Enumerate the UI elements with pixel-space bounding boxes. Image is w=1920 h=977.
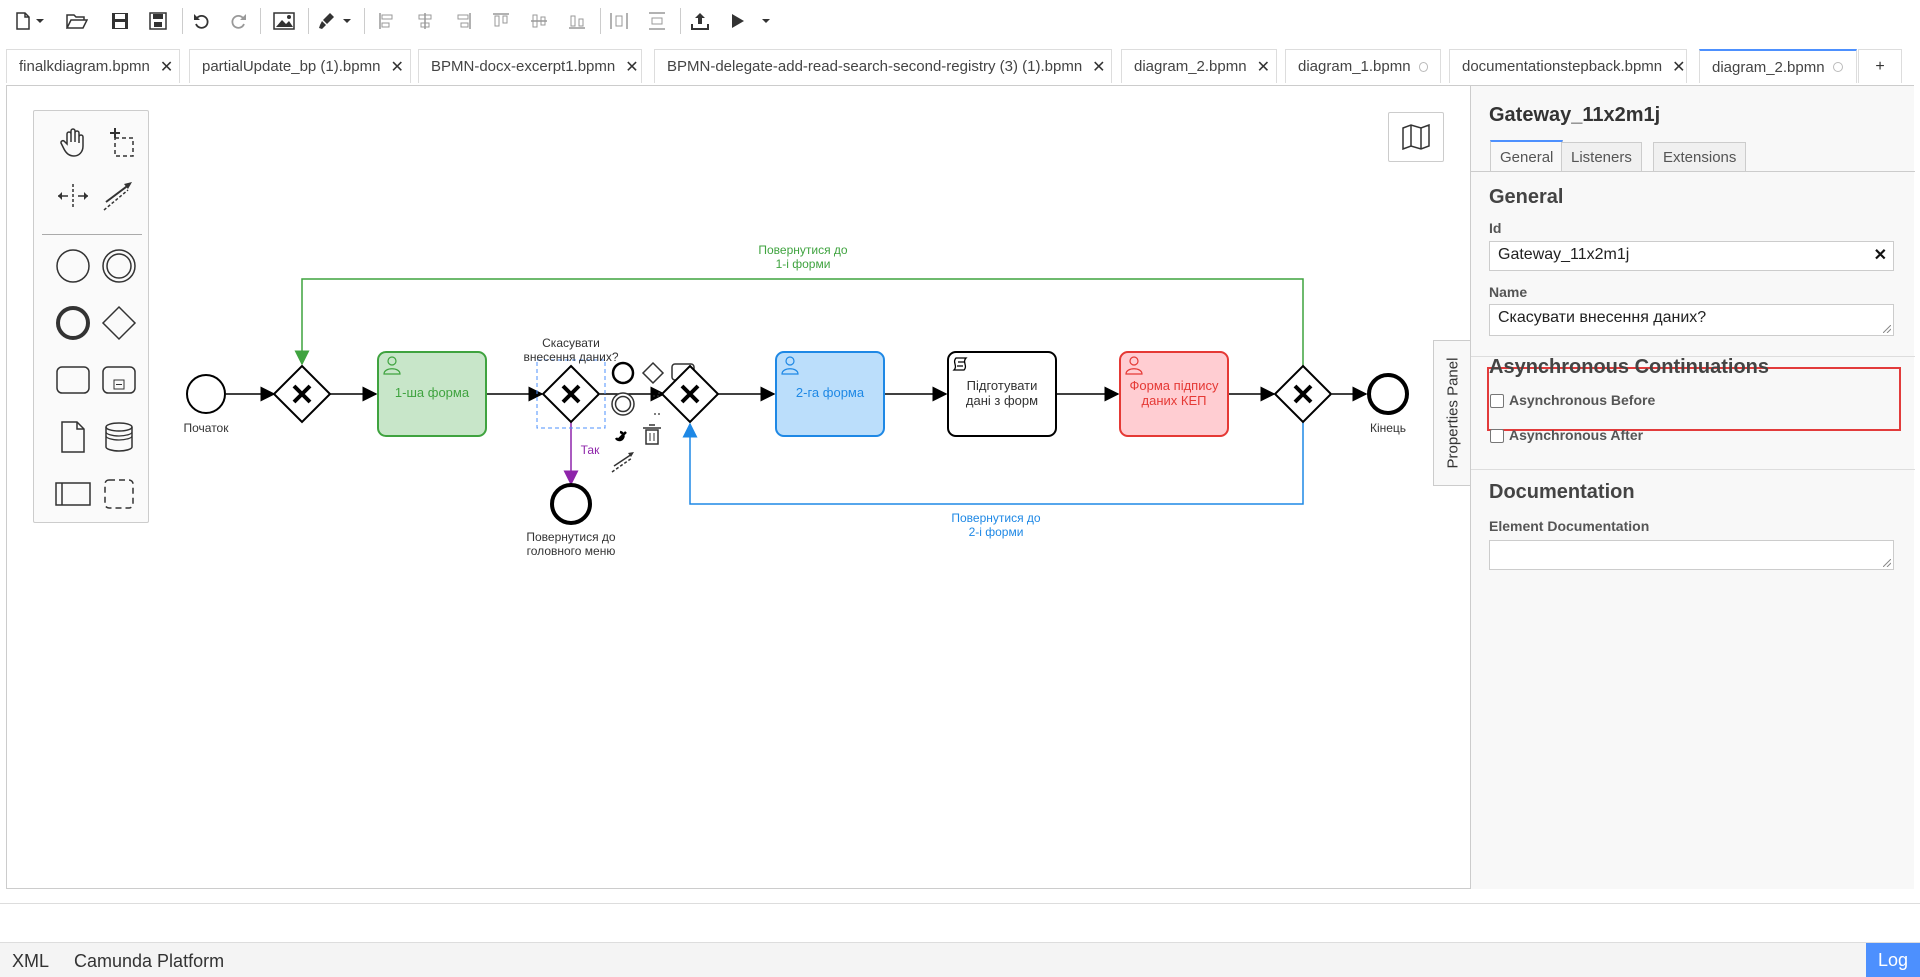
tab-extensions[interactable]: Extensions — [1653, 142, 1747, 172]
gateway-3[interactable] — [660, 364, 720, 424]
tab-general[interactable]: General — [1490, 140, 1564, 172]
async-before-checkbox[interactable] — [1490, 394, 1504, 408]
status-bar: XML Camunda Platform Log — [0, 942, 1920, 977]
end-event-main-menu-label: Повернутися до головного меню — [526, 530, 616, 558]
trash-icon — [643, 424, 661, 445]
end-event-label: Кінець — [1369, 421, 1407, 435]
properties-panel-toggle-label: Properties Panel — [1444, 357, 1461, 469]
append-gateway-icon — [641, 361, 665, 385]
task-signature-form-label: Форма підпису даних КЕП — [1129, 378, 1219, 408]
name-input[interactable]: Скасувати внесення даних? — [1489, 304, 1894, 336]
async-after-checkbox[interactable] — [1490, 429, 1504, 443]
log-divider — [0, 903, 1920, 904]
resize-handle-icon[interactable] — [1883, 559, 1891, 567]
gateway-1[interactable] — [272, 364, 332, 424]
id-value: Gateway_11x2m1j — [1498, 246, 1630, 263]
id-input[interactable]: Gateway_11x2m1j ✕ — [1489, 241, 1894, 271]
task-prepare-data-label: Підготувати дані з форм — [965, 378, 1039, 408]
start-event-label: Початок — [183, 421, 229, 435]
end-event-main-menu[interactable] — [550, 483, 592, 525]
loop-form-1-label: Повернутися до 1-і форми — [758, 243, 848, 271]
tabs-divider — [1471, 171, 1915, 172]
text-annotation-icon — [653, 392, 660, 415]
properties-panel-toggle[interactable]: Properties Panel — [1433, 340, 1471, 486]
xml-view-button[interactable]: XML — [12, 951, 49, 972]
documentation-label: Element Documentation — [1489, 518, 1650, 534]
flow-yes-label: Так — [580, 443, 600, 457]
name-label: Name — [1489, 284, 1528, 300]
element-title: Gateway_11x2m1j — [1489, 104, 1661, 126]
append-end-event-icon — [611, 361, 635, 385]
gateway-4[interactable] — [1273, 364, 1333, 424]
id-label: Id — [1489, 220, 1502, 236]
end-event[interactable] — [1367, 373, 1409, 415]
documentation-group-title: Documentation — [1489, 481, 1635, 503]
async-after-label: Asynchronous After — [1509, 427, 1644, 443]
tab-listeners[interactable]: Listeners — [1561, 142, 1642, 172]
loop-form-2-label: Повернутися до 2-і форми — [951, 511, 1041, 539]
properties-panel: Gateway_11x2m1j General Listeners Extens… — [1470, 86, 1915, 889]
platform-label[interactable]: Camunda Platform — [74, 951, 224, 972]
task-form-1-label: 1-ша форма — [394, 385, 470, 400]
name-value: Скасувати внесення даних? — [1498, 309, 1707, 326]
task-form-2-label: 2-га форма — [795, 385, 865, 400]
gateway-cancel-label: Скасувати внесення даних? — [523, 336, 619, 364]
clear-icon[interactable]: ✕ — [1874, 245, 1887, 265]
general-group-title: General — [1489, 186, 1564, 208]
log-button[interactable]: Log — [1866, 943, 1920, 977]
start-event[interactable] — [186, 374, 226, 414]
wrench-icon — [614, 430, 627, 442]
documentation-textarea[interactable] — [1489, 540, 1894, 570]
resize-handle-icon[interactable] — [1883, 325, 1891, 333]
async-before-label: Asynchronous Before — [1509, 392, 1656, 408]
gateway-cancel[interactable] — [541, 364, 601, 424]
section-divider — [1471, 469, 1915, 470]
async-group-title: Asynchronous Continuations — [1489, 356, 1769, 378]
